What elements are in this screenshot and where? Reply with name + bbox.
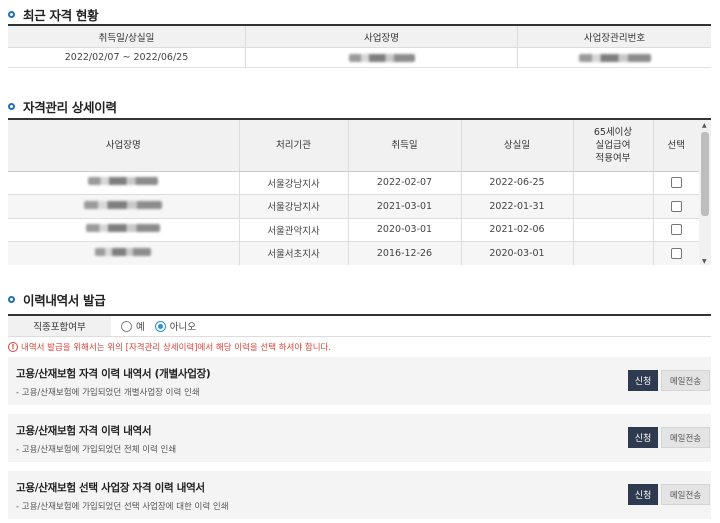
job-type-option-row: 직종포함여부 예 아니오 <box>8 314 711 337</box>
col-header-agency: 처리기관 <box>239 120 349 172</box>
col-header-lost: 상실일 <box>461 120 574 172</box>
apply-button[interactable]: 신청 <box>628 427 658 448</box>
recent-status-row: 2022/02/07 ~ 2022/06/25 <box>8 48 711 68</box>
section-title-issue-label: 이력내역서 발급 <box>23 293 106 308</box>
acquired-cell: 2022-02-07 <box>348 171 462 195</box>
scrollbar-thumb[interactable] <box>701 132 709 216</box>
col-header-period: 취득일/상실일 <box>8 26 246 47</box>
workplace-no-cell <box>518 48 711 67</box>
send-email-button[interactable]: 메일전송 <box>661 427 710 448</box>
detail-header-row: 사업장명 처리기관 취득일 상실일 65세이상 실업급여 적용여부 선택 <box>8 120 699 172</box>
acquired-cell: 2016-12-26 <box>348 241 462 265</box>
table-row: 서울서초지사 2016-12-26 2020-03-01 <box>8 241 699 265</box>
col-header-acquired: 취득일 <box>348 120 462 172</box>
table-row: 서울강남지사 2021-03-01 2022-01-31 <box>8 194 699 219</box>
over65-cell <box>573 194 654 219</box>
acquired-cell: 2020-03-01 <box>348 218 462 242</box>
acquired-cell: 2021-03-01 <box>348 194 462 219</box>
section-title-issue: 이력내역서 발급 <box>8 290 106 309</box>
checkbox-icon[interactable] <box>670 200 682 212</box>
doc-description: - 고용/산재보험에 가입되었던 전체 이력 인쇄 <box>16 445 177 455</box>
job-type-radio-group: 예 아니오 <box>111 316 206 336</box>
col-header-workplace: 사업장명 <box>246 26 518 47</box>
agency-cell: 서울강남지사 <box>239 171 349 195</box>
lost-cell: 2020-03-01 <box>461 241 574 265</box>
doc-item-individual: 고용/산재보험 자격 이력 내역서 (개별사업장) - 고용/산재보험에 가입되… <box>8 357 711 405</box>
checkbox-icon[interactable] <box>670 177 682 189</box>
radio-yes-label: 예 <box>136 322 145 333</box>
workplace-name-cell <box>8 194 240 219</box>
lost-cell: 2022-01-31 <box>461 194 574 219</box>
col-header-select: 선택 <box>653 120 699 172</box>
col-header-workplace: 사업장명 <box>8 120 240 172</box>
send-email-button[interactable]: 메일전송 <box>661 370 710 391</box>
select-cell <box>653 241 699 265</box>
table-row: 서울강남지사 2022-02-07 2022-06-25 <box>8 171 699 195</box>
radio-no[interactable]: 아니오 <box>154 319 196 333</box>
table-scrollbar[interactable]: ▲ ▼ <box>699 120 711 265</box>
doc-title: 고용/산재보험 자격 이력 내역서 <box>16 425 152 437</box>
scroll-up-icon[interactable]: ▲ <box>702 122 707 129</box>
recent-status-header: 취득일/상실일 사업장명 사업장관리번호 <box>8 26 711 48</box>
table-row: 서울관악지사 2020-03-01 2021-02-06 <box>8 218 699 242</box>
recent-status-table: 취득일/상실일 사업장명 사업장관리번호 2022/02/07 ~ 2022/0… <box>8 24 711 68</box>
col-header-workplace-no: 사업장관리번호 <box>583 32 646 44</box>
section-title-recent: 최근 자격 현황 <box>8 5 99 24</box>
redacted-text <box>84 200 163 209</box>
workplace-name-cell <box>8 218 240 242</box>
redacted-text <box>88 177 159 186</box>
detail-history-table: 사업장명 처리기관 취득일 상실일 65세이상 실업급여 적용여부 선택 서울강남지… <box>8 118 711 265</box>
radio-no-label: 아니오 <box>169 322 196 333</box>
issue-notice-text: 내역서 발급을 위해서는 위의 [자격관리 상세이력]에서 해당 이력을 선택 … <box>21 343 332 353</box>
checkbox-icon[interactable] <box>670 247 682 259</box>
doc-description: - 고용/산재보험에 가입되었던 선택 사업장에 대한 이력 인쇄 <box>16 502 229 512</box>
agency-cell: 서울강남지사 <box>239 194 349 219</box>
apply-button[interactable]: 신청 <box>628 370 658 391</box>
redacted-text <box>348 53 415 62</box>
radio-icon[interactable] <box>121 320 132 332</box>
workplace-name-cell <box>246 48 518 67</box>
job-type-label: 직종포함여부 <box>8 316 111 336</box>
select-cell <box>653 194 699 219</box>
doc-description: - 고용/산재보험에 가입되었던 개별사업장 이력 인쇄 <box>16 388 200 398</box>
over65-cell <box>573 241 654 265</box>
workplace-name-cell <box>8 171 240 195</box>
radio-yes[interactable]: 예 <box>121 319 145 333</box>
agency-cell: 서울서초지사 <box>239 241 349 265</box>
doc-title: 고용/산재보험 자격 이력 내역서 (개별사업장) <box>16 368 211 380</box>
checkbox-icon[interactable] <box>670 224 682 236</box>
doc-item-selected: 고용/산재보험 선택 사업장 자격 이력 내역서 - 고용/산재보험에 가입되었… <box>8 471 711 519</box>
scroll-down-icon[interactable]: ▼ <box>702 258 707 265</box>
select-cell <box>653 171 699 195</box>
issue-notice: ! 내역서 발급을 위해서는 위의 [자격관리 상세이력]에서 해당 이력을 선… <box>8 341 331 353</box>
period-cell: 2022/02/07 ~ 2022/06/25 <box>8 48 246 67</box>
col-header-over65: 65세이상 실업급여 적용여부 <box>573 120 654 172</box>
redacted-text <box>95 247 152 256</box>
section-title-recent-label: 최근 자격 현황 <box>23 8 99 23</box>
warning-circle-icon: ! <box>8 342 18 352</box>
section-title-detail: 자격관리 상세이력 <box>8 97 117 116</box>
over65-cell <box>573 218 654 242</box>
circle-bullet-icon <box>8 103 15 110</box>
redacted-text <box>578 53 651 62</box>
agency-cell: 서울관악지사 <box>239 218 349 242</box>
workplace-name-cell <box>8 241 240 265</box>
apply-button[interactable]: 신청 <box>628 484 658 505</box>
redacted-text <box>86 224 161 233</box>
over65-cell <box>573 171 654 195</box>
circle-bullet-icon <box>8 11 15 18</box>
radio-selected-icon[interactable] <box>154 320 166 332</box>
section-title-detail-label: 자격관리 상세이력 <box>23 100 117 115</box>
circle-bullet-icon <box>8 296 15 303</box>
doc-item-all: 고용/산재보험 자격 이력 내역서 - 고용/산재보험에 가입되었던 전체 이력… <box>8 414 711 462</box>
lost-cell: 2021-02-06 <box>461 218 574 242</box>
doc-title: 고용/산재보험 선택 사업장 자격 이력 내역서 <box>16 482 205 494</box>
send-email-button[interactable]: 메일전송 <box>661 484 710 505</box>
select-cell <box>653 218 699 242</box>
lost-cell: 2022-06-25 <box>461 171 574 195</box>
